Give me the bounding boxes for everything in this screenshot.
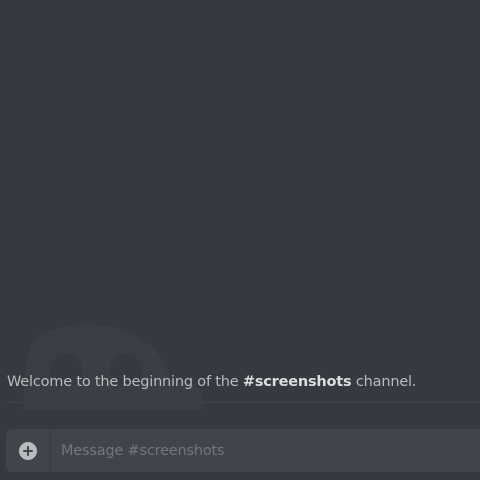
message-input[interactable]: [61, 429, 476, 472]
messages-divider: [7, 402, 480, 403]
upload-button[interactable]: [6, 429, 50, 472]
channel-name[interactable]: #screenshots: [243, 374, 352, 390]
discord-logo-icon: [23, 324, 204, 410]
composer-separator: [50, 429, 51, 472]
chat-pane: Welcome to the beginning of the #screens…: [0, 0, 480, 480]
welcome-prefix: Welcome to the beginning of the: [7, 374, 243, 390]
messages-area: Welcome to the beginning of the #screens…: [0, 0, 480, 410]
plus-circle-icon: [19, 441, 37, 460]
welcome-suffix: channel.: [351, 374, 417, 390]
channel-welcome-message: Welcome to the beginning of the #screens…: [7, 374, 416, 390]
message-composer: [6, 429, 480, 472]
